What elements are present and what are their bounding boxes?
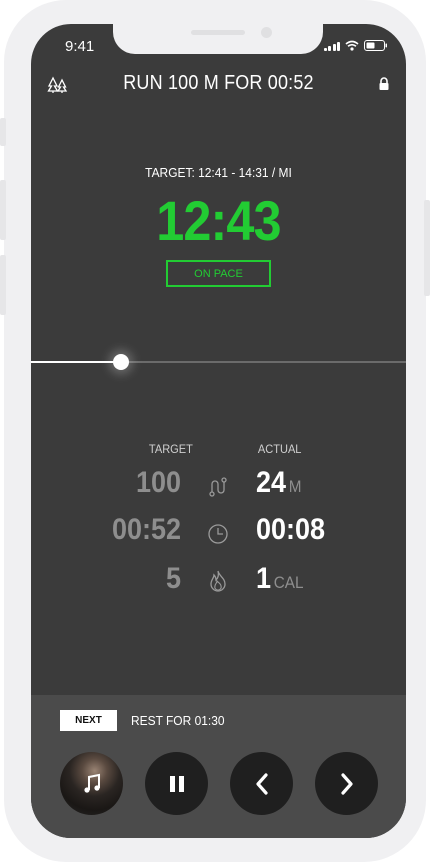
speaker — [191, 30, 245, 35]
side-button — [424, 200, 430, 296]
target-distance: 100 — [135, 466, 181, 499]
music-button[interactable] — [60, 752, 123, 815]
current-pace: 12:43 — [156, 189, 281, 252]
actual-calories: 1 CAL — [256, 562, 303, 596]
route-icon — [209, 477, 227, 497]
next-step-text: REST FOR 01:30 — [131, 713, 225, 728]
status-icons — [323, 40, 389, 51]
status-time: 9:41 — [65, 38, 95, 55]
chevron-right-icon — [340, 772, 353, 795]
next-button[interactable] — [315, 752, 378, 815]
actual-time: 00:08 — [256, 513, 326, 546]
pace-status-badge: ON PACE — [166, 260, 271, 287]
pause-icon — [169, 775, 184, 792]
target-pace-range: TARGET: 12:41 - 14:31 / MI — [145, 165, 292, 180]
wifi-icon — [345, 40, 359, 51]
workout-title: RUN 100 M FOR 00:52 — [123, 72, 314, 94]
target-calories: 5 — [165, 562, 181, 595]
actual-distance: 24 M — [256, 466, 301, 500]
previous-button[interactable] — [230, 752, 293, 815]
target-time: 00:52 — [111, 513, 181, 546]
actual-column-header: ACTUAL — [257, 442, 302, 456]
side-button — [0, 255, 6, 315]
calories-unit: CAL — [273, 573, 304, 592]
side-button — [0, 180, 6, 240]
distance-unit: M — [288, 477, 302, 496]
chevron-left-icon — [255, 772, 268, 795]
notch — [113, 24, 323, 54]
actual-distance-value: 24 — [256, 466, 287, 499]
camera — [261, 27, 272, 38]
side-button — [0, 118, 6, 146]
app-screen: 9:41 RUN 100 M FOR 00:52 TARGET: 12:41 -… — [31, 24, 406, 838]
flame-icon — [210, 570, 226, 592]
bottom-panel: NEXT REST FOR 01:30 — [31, 695, 406, 838]
progress-knob[interactable] — [113, 354, 129, 370]
phone-frame: 9:41 RUN 100 M FOR 00:52 TARGET: 12:41 -… — [0, 0, 430, 862]
signal-icon — [323, 41, 340, 51]
progress-fill — [31, 361, 121, 363]
pause-button[interactable] — [145, 752, 208, 815]
target-column-header: TARGET — [148, 442, 193, 456]
progress-track — [31, 361, 406, 363]
battery-icon — [364, 40, 387, 51]
lock-icon[interactable] — [378, 77, 390, 91]
music-note-icon — [83, 773, 100, 793]
next-badge: NEXT — [60, 710, 117, 731]
actual-calories-value: 1 — [256, 562, 272, 595]
clock-icon — [208, 524, 228, 544]
